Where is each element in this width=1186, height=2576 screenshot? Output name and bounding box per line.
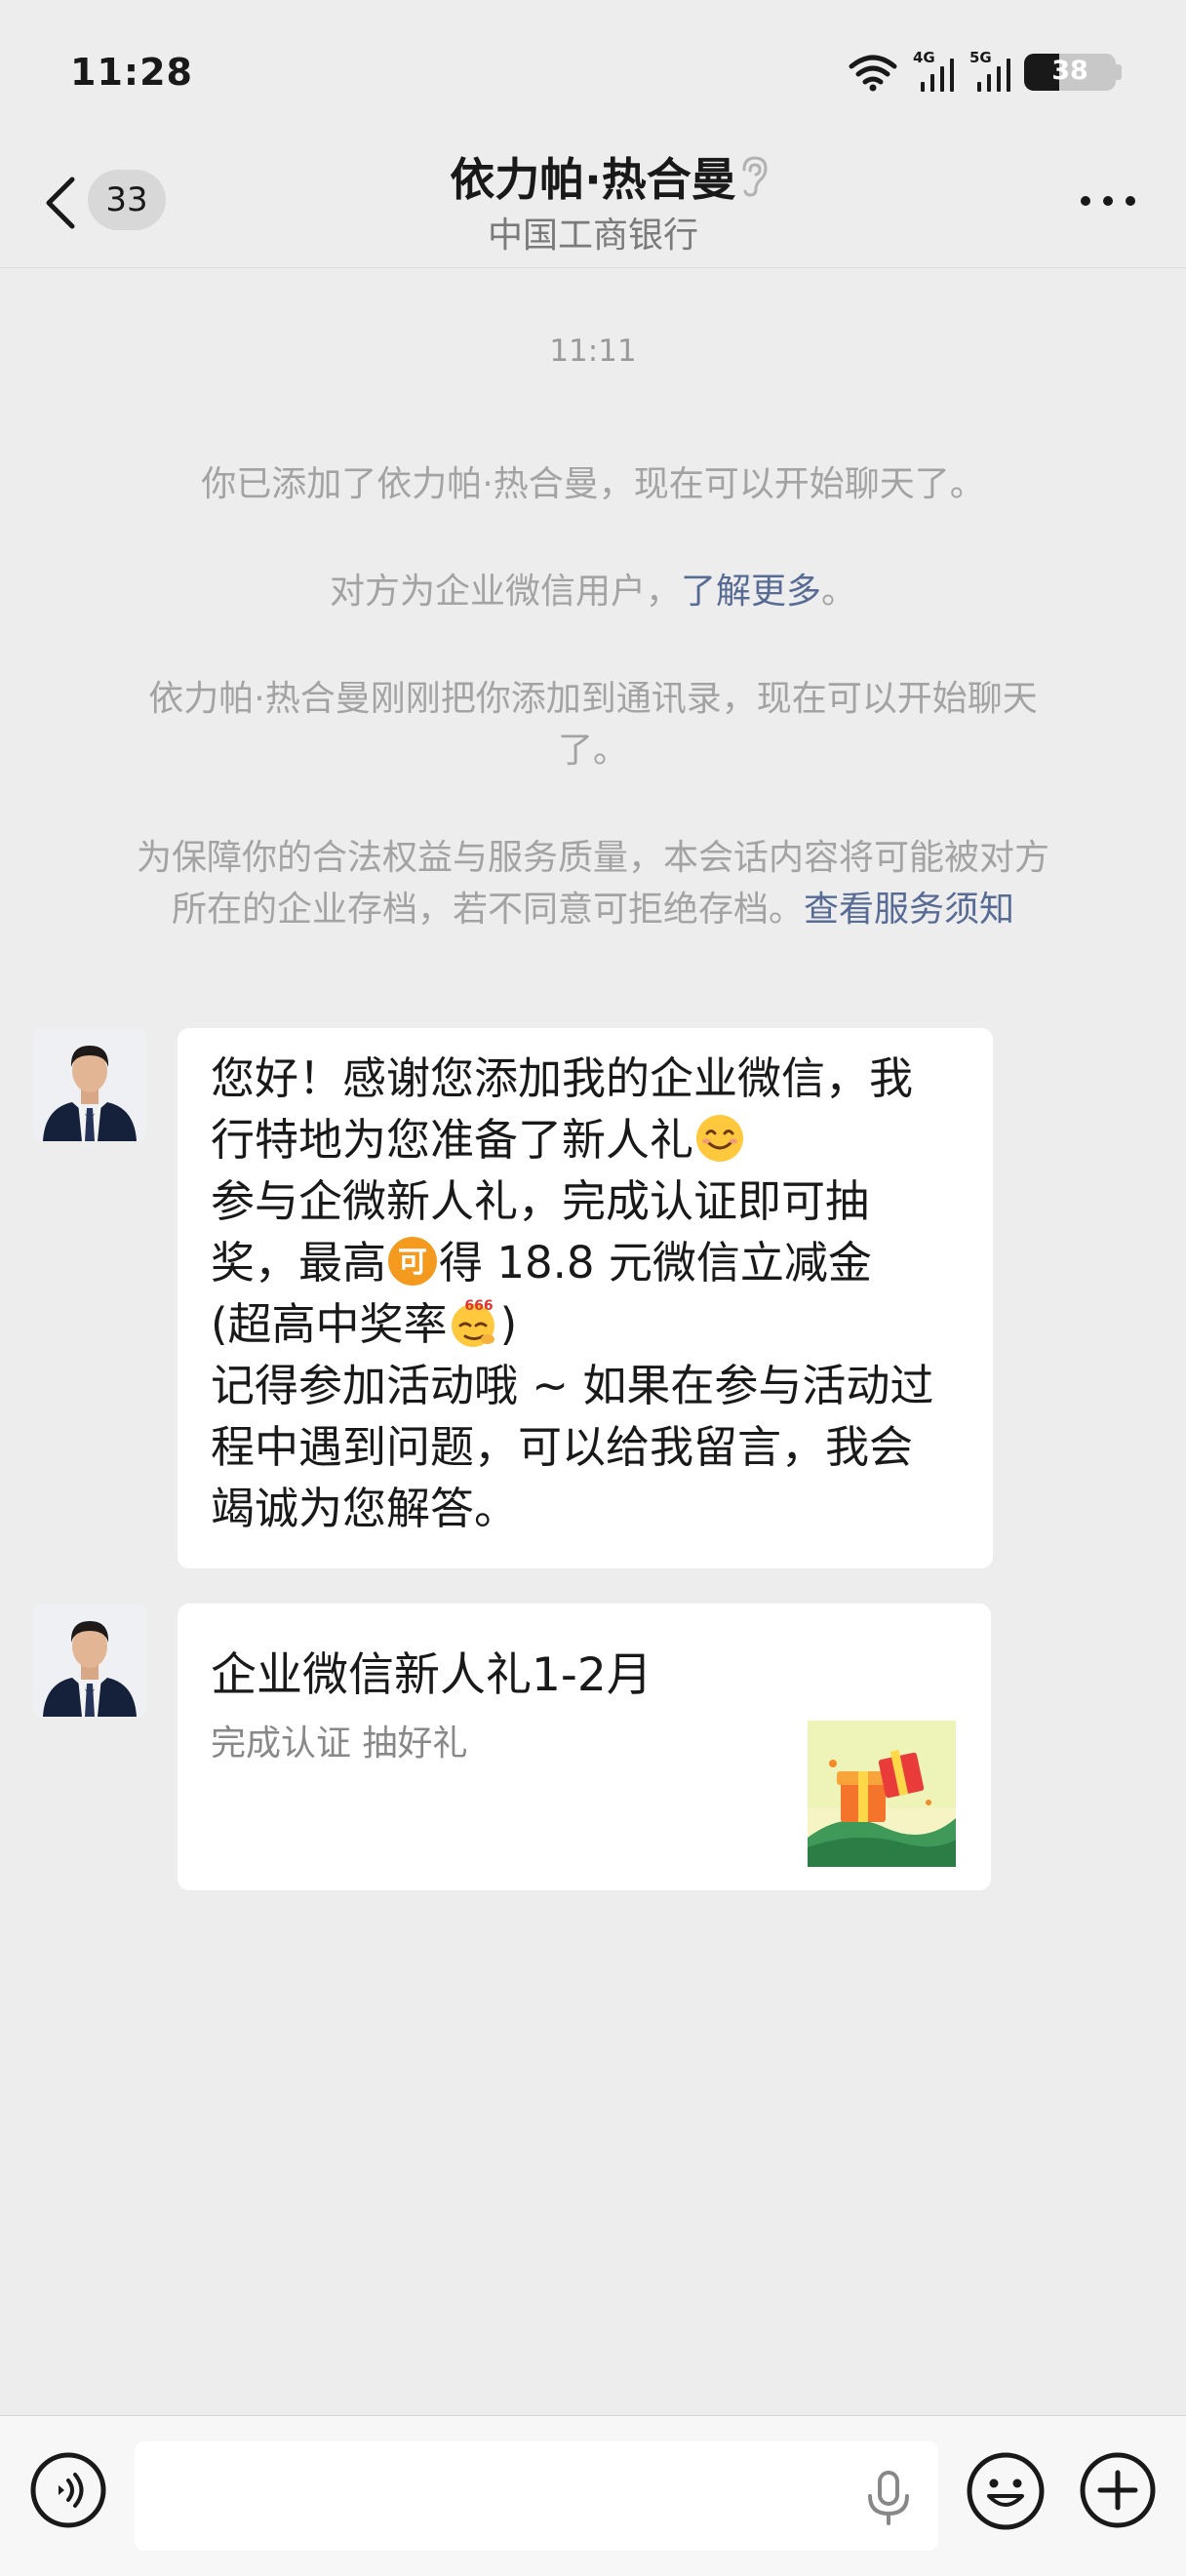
svg-text:666: 666 (464, 1298, 493, 1314)
system-message-enterprise: 对方为企业微信用户，了解更多。 (329, 572, 857, 612)
system-message-contact: 依力帕·热合曼刚刚把你添加到通讯录，现在可以开始聊天 了。 (148, 679, 1038, 771)
status-bar: 11:28 4G 5G 38 (0, 0, 1186, 146)
plus-icon[interactable] (1079, 2451, 1157, 2529)
link-card-description: 完成认证 抽好礼 (211, 1724, 468, 1764)
smile-emoji-icon (696, 1115, 744, 1162)
earpiece-mode-icon (742, 156, 768, 197)
status-icons: 4G 5G 38 (849, 49, 1122, 92)
voice-input-icon[interactable] (29, 2451, 107, 2529)
signal-5g-icon: 5G (968, 49, 1010, 92)
input-bar (0, 2415, 1186, 2576)
ke-emoji-icon: 可 (388, 1237, 438, 1286)
sender-avatar[interactable] (33, 1604, 146, 1717)
chat-subtitle: 中国工商银行 (487, 216, 698, 256)
gift-thumbnail-icon (808, 1721, 956, 1867)
chat-header: 33 依力帕·热合曼 中国工商银行 (0, 137, 1186, 268)
avatar-portrait-icon (33, 1028, 146, 1141)
message-input[interactable] (135, 2441, 938, 2551)
avatar-portrait-icon (33, 1604, 146, 1717)
service-terms-link[interactable]: 查看服务须知 (804, 890, 1014, 930)
emoji-icon[interactable] (966, 2451, 1046, 2531)
system-message-archive: 为保障你的合法权益与服务质量，本会话内容将可能被对方 所在的企业存档，若不同意可… (136, 838, 1049, 930)
microphone-icon[interactable] (862, 2469, 915, 2527)
more-options-icon[interactable] (1079, 191, 1137, 211)
666-emoji-icon: 666 (451, 1298, 494, 1347)
link-card-title: 企业微信新人礼1-2月 (211, 1648, 652, 1702)
chat-timestamp: 11:11 (549, 334, 637, 369)
learn-more-link[interactable]: 了解更多 (681, 572, 821, 612)
wifi-icon (849, 55, 897, 92)
battery-level: 38 (1051, 56, 1088, 86)
sender-avatar[interactable] (33, 1028, 146, 1141)
battery-icon: 38 (1024, 54, 1122, 91)
system-message-added: 你已添加了依力帕·热合曼，现在可以开始聊天了。 (201, 464, 985, 504)
signal-4g-icon: 4G (911, 49, 954, 92)
chat-title: 依力帕·热合曼 (450, 153, 736, 206)
svg-text:可: 可 (398, 1246, 427, 1280)
message-text: 您好！感谢您添加我的企业微信，我 行特地为您准备了新人礼 参与企微新人礼，完成认… (211, 1052, 934, 1534)
status-time: 11:28 (70, 51, 193, 94)
